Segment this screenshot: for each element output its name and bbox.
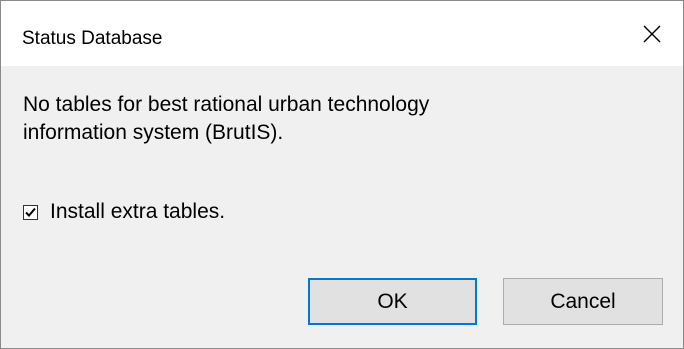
- checkmark-icon: [25, 207, 36, 217]
- install-extra-tables-option[interactable]: Install extra tables.: [23, 199, 225, 225]
- message-line-1: No tables for best rational urban techno…: [23, 93, 430, 116]
- ok-button[interactable]: OK: [308, 278, 477, 325]
- message-line-2: information system (BrutIS).: [23, 121, 284, 144]
- cancel-button[interactable]: Cancel: [503, 278, 663, 325]
- window-title: Status Database: [22, 28, 163, 49]
- message-text: No tables for best rational urban techno…: [23, 91, 643, 147]
- install-extra-tables-checkbox[interactable]: [23, 204, 38, 220]
- status-database-dialog: Status Database No tables for best ratio…: [0, 0, 684, 349]
- close-icon: [643, 25, 661, 42]
- dialog-body: No tables for best rational urban techno…: [1, 66, 683, 348]
- close-button[interactable]: [621, 1, 683, 66]
- title-bar: Status Database: [1, 1, 683, 66]
- checkbox-label: Install extra tables.: [50, 200, 226, 223]
